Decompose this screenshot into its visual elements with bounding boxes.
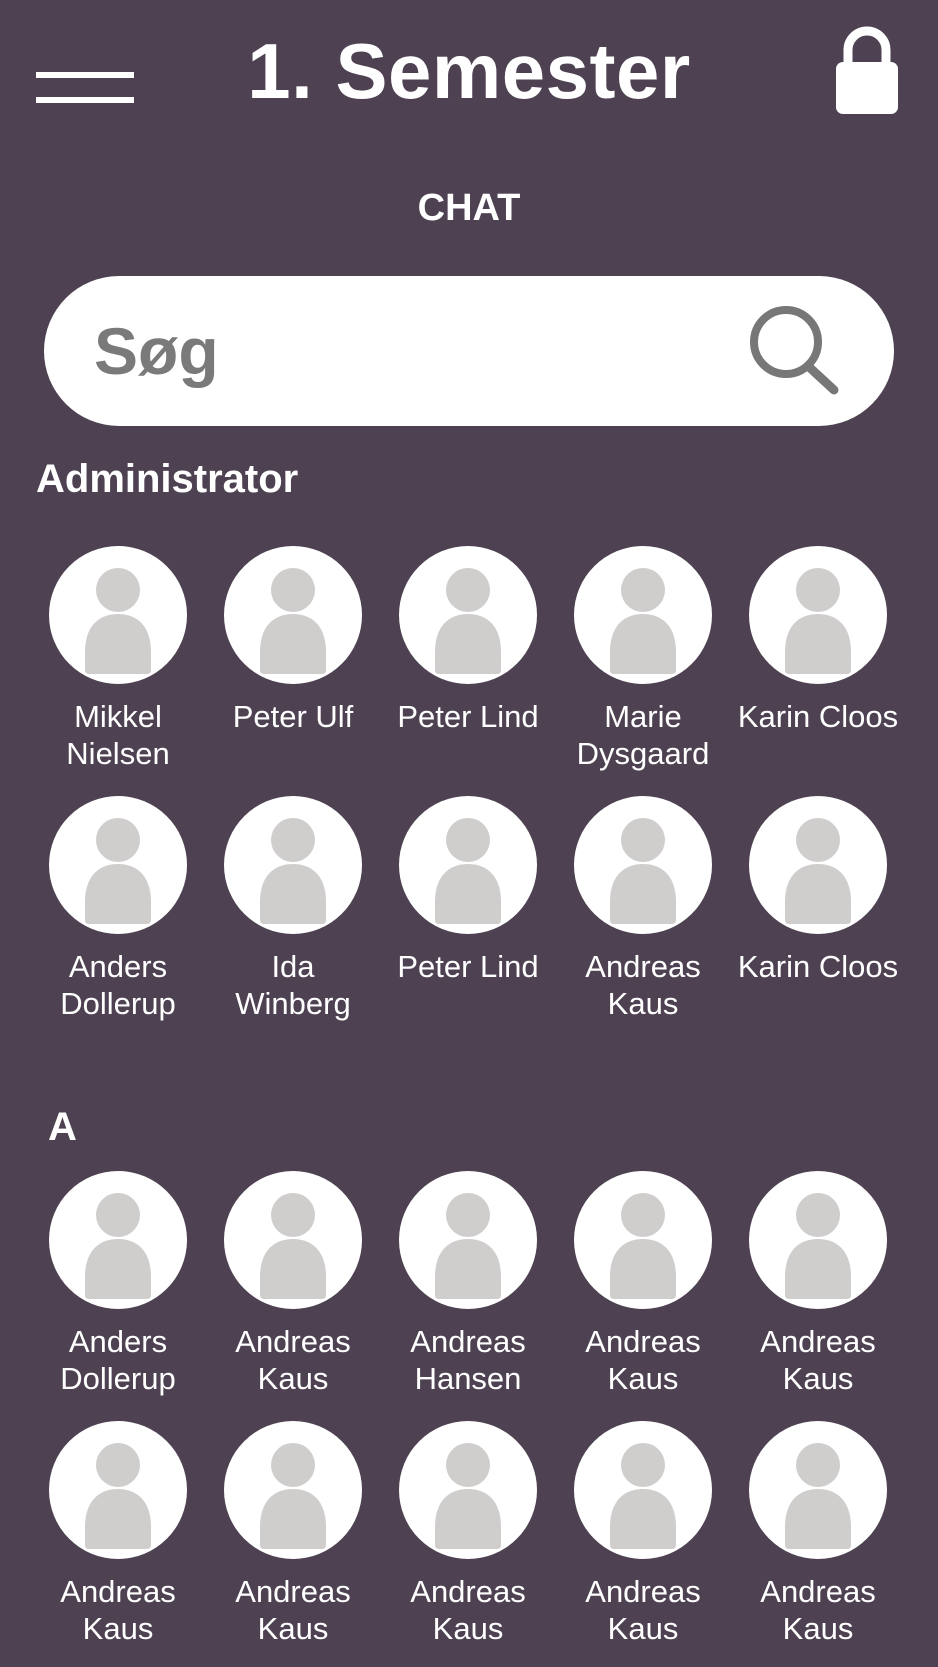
person-icon bbox=[435, 818, 501, 924]
person-icon bbox=[610, 568, 676, 674]
avatar bbox=[574, 1171, 712, 1309]
user-name: Karin Cloos bbox=[737, 949, 899, 984]
person-icon bbox=[435, 1443, 501, 1549]
user-name: Andreas Kaus bbox=[585, 949, 701, 1021]
person-icon bbox=[85, 1443, 151, 1549]
avatar bbox=[49, 796, 187, 934]
avatar bbox=[224, 1171, 362, 1309]
user-tile[interactable]: Ida Winberg bbox=[206, 796, 381, 1022]
person-icon bbox=[785, 1443, 851, 1549]
user-tile[interactable]: Marie Dysgaard bbox=[556, 546, 731, 772]
user-tile[interactable]: Andreas Kaus bbox=[206, 1421, 381, 1647]
user-name: Ida Winberg bbox=[235, 949, 351, 1021]
person-icon bbox=[785, 568, 851, 674]
user-name: Peter Lind bbox=[397, 949, 539, 984]
avatar bbox=[399, 796, 537, 934]
avatar bbox=[574, 1421, 712, 1559]
avatar bbox=[749, 796, 887, 934]
user-name: Peter Ulf bbox=[232, 699, 354, 734]
user-tile[interactable]: Andreas Kaus bbox=[31, 1421, 206, 1647]
search-bar bbox=[44, 276, 894, 426]
person-icon bbox=[260, 568, 326, 674]
person-icon bbox=[260, 1193, 326, 1299]
avatar bbox=[574, 546, 712, 684]
user-tile[interactable]: Karin Cloos bbox=[731, 796, 906, 985]
group-label-administrator: Administrator bbox=[36, 457, 299, 501]
avatar bbox=[224, 1421, 362, 1559]
avatar bbox=[224, 546, 362, 684]
user-tile[interactable]: Andreas Hansen bbox=[381, 1171, 556, 1397]
user-tile[interactable]: Andreas Kaus bbox=[556, 796, 731, 1022]
person-icon bbox=[610, 1443, 676, 1549]
avatar bbox=[399, 546, 537, 684]
user-name: Mikkel Nielsen bbox=[66, 699, 170, 771]
person-icon bbox=[435, 1193, 501, 1299]
user-tile[interactable]: Andreas Kaus bbox=[556, 1171, 731, 1397]
user-name: Andreas Kaus bbox=[60, 1574, 176, 1646]
user-name: Andreas Kaus bbox=[410, 1574, 526, 1646]
user-name: Anders Dollerup bbox=[60, 949, 176, 1021]
user-tile[interactable]: Peter Lind bbox=[381, 796, 556, 985]
avatar bbox=[49, 1421, 187, 1559]
avatar bbox=[49, 1171, 187, 1309]
user-tile[interactable]: Karin Cloos bbox=[731, 546, 906, 735]
search-icon[interactable] bbox=[746, 302, 846, 402]
user-name: Marie Dysgaard bbox=[576, 699, 710, 771]
user-name: Anders Dollerup bbox=[60, 1324, 176, 1396]
person-icon bbox=[785, 818, 851, 924]
person-icon bbox=[610, 818, 676, 924]
avatar bbox=[749, 1421, 887, 1559]
user-tile[interactable]: Andreas Kaus bbox=[381, 1421, 556, 1647]
user-tile[interactable]: Anders Dollerup bbox=[31, 796, 206, 1022]
user-tile[interactable]: Andreas Kaus bbox=[731, 1171, 906, 1397]
person-icon bbox=[435, 568, 501, 674]
lock-icon[interactable] bbox=[834, 24, 900, 116]
person-icon bbox=[785, 1193, 851, 1299]
avatar bbox=[224, 796, 362, 934]
user-name: Andreas Kaus bbox=[585, 1574, 701, 1646]
user-tile[interactable]: Peter Lind bbox=[381, 546, 556, 735]
person-icon bbox=[610, 1193, 676, 1299]
app-header: 1. Semester bbox=[0, 0, 938, 150]
user-name: Andreas Kaus bbox=[585, 1324, 701, 1396]
section-heading-chat: CHAT bbox=[417, 187, 521, 229]
user-tile[interactable]: Andreas Kaus bbox=[731, 1421, 906, 1647]
avatar bbox=[399, 1171, 537, 1309]
person-icon bbox=[85, 568, 151, 674]
user-tile[interactable]: Andreas Kaus bbox=[556, 1421, 731, 1647]
user-name: Andreas Kaus bbox=[235, 1574, 351, 1646]
user-name: Andreas Kaus bbox=[235, 1324, 351, 1396]
avatar bbox=[399, 1421, 537, 1559]
page-title: 1. Semester bbox=[247, 27, 691, 115]
search-input[interactable] bbox=[94, 296, 734, 406]
avatar bbox=[749, 546, 887, 684]
user-name: Peter Lind bbox=[397, 699, 539, 734]
user-tile[interactable]: Peter Ulf bbox=[206, 546, 381, 735]
avatar bbox=[574, 796, 712, 934]
avatar bbox=[49, 546, 187, 684]
user-name: Andreas Kaus bbox=[760, 1574, 876, 1646]
avatar bbox=[749, 1171, 887, 1309]
user-tile[interactable]: Anders Dollerup bbox=[31, 1171, 206, 1397]
person-icon bbox=[260, 1443, 326, 1549]
user-tile[interactable]: Mikkel Nielsen bbox=[31, 546, 206, 772]
user-name: Andreas Kaus bbox=[760, 1324, 876, 1396]
group-label-a: A bbox=[48, 1105, 77, 1149]
user-name: Karin Cloos bbox=[737, 699, 899, 734]
person-icon bbox=[85, 1193, 151, 1299]
user-name: Andreas Hansen bbox=[410, 1324, 526, 1396]
person-icon bbox=[85, 818, 151, 924]
user-tile[interactable]: Andreas Kaus bbox=[206, 1171, 381, 1397]
person-icon bbox=[260, 818, 326, 924]
